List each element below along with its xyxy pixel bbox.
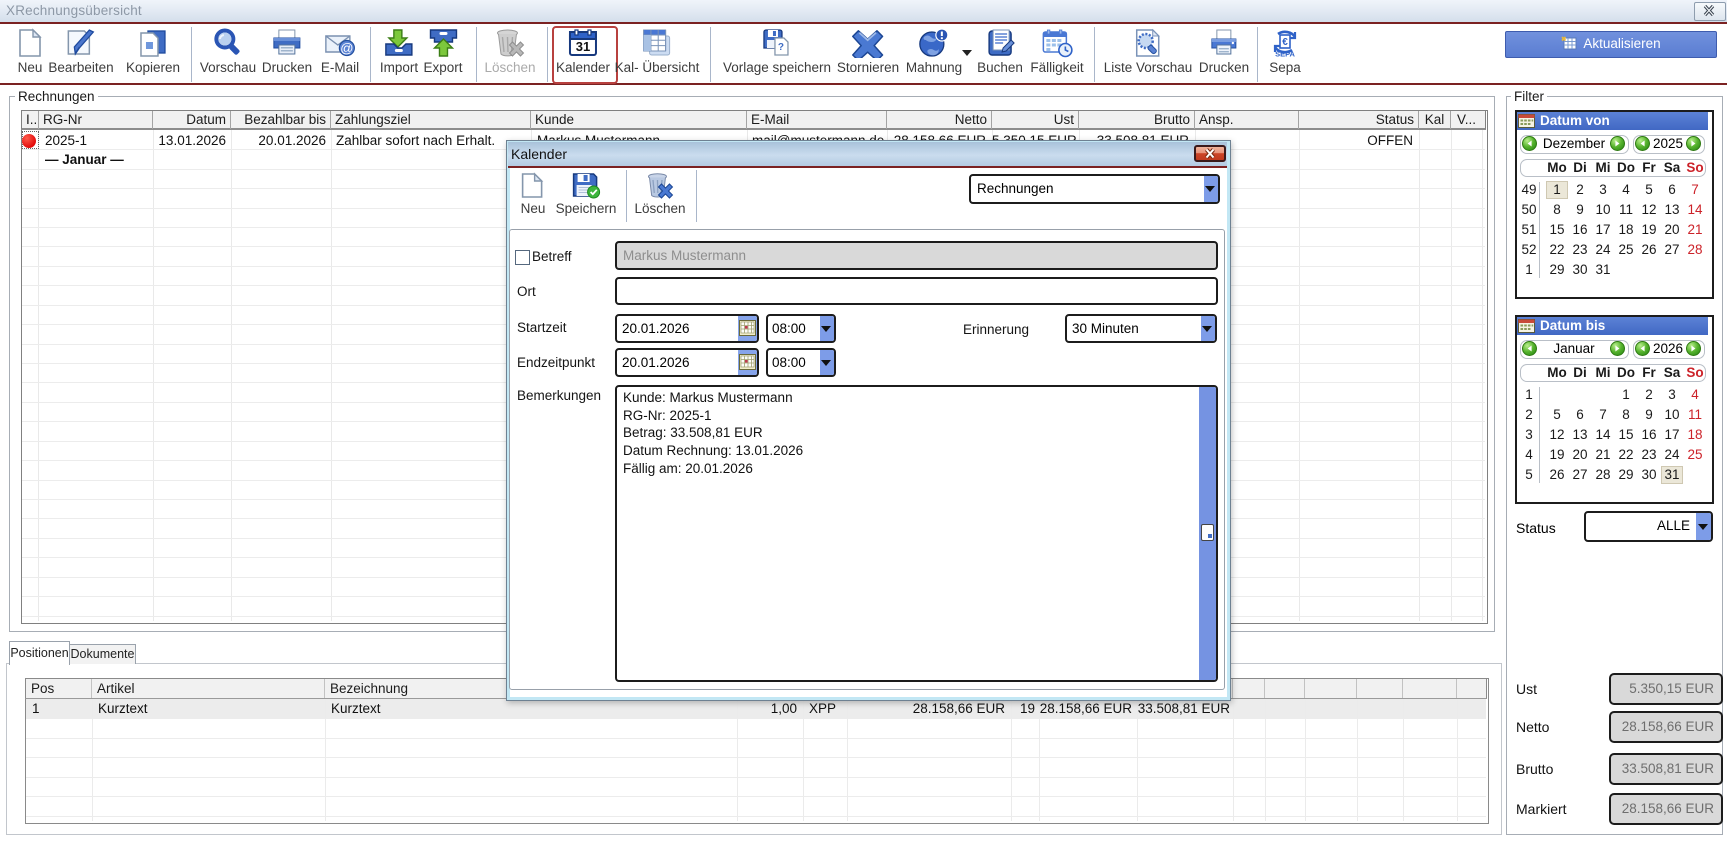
svg-text:31: 31 [576,39,590,54]
svg-text:?: ? [778,42,784,53]
svg-text:@: @ [340,41,353,56]
svg-text:€: € [1282,37,1288,48]
svg-text:SEPA: SEPA [1275,50,1295,59]
